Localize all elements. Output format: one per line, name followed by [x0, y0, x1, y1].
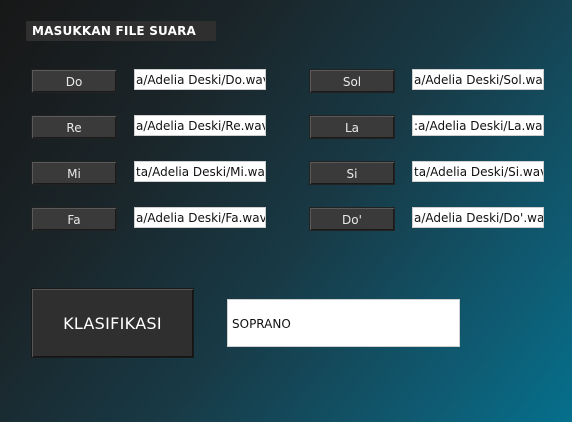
section-title: MASUKKAN FILE SUARA [26, 21, 216, 41]
mi-button[interactable]: Mi [31, 161, 117, 185]
do-button[interactable]: Do [31, 69, 117, 93]
si-path-field[interactable]: ta/Adelia Deski/Si.wav [412, 161, 544, 182]
fa-button[interactable]: Fa [31, 207, 117, 231]
re-button[interactable]: Re [31, 115, 117, 139]
do-high-button[interactable]: Do' [309, 207, 395, 231]
do-path-field[interactable]: a/Adelia Deski/Do.wav [134, 69, 266, 90]
fa-path-field[interactable]: a/Adelia Deski/Fa.wav [134, 207, 266, 228]
si-button[interactable]: Si [309, 161, 395, 185]
sol-button[interactable]: Sol [309, 69, 395, 93]
do-high-path-field[interactable]: a/Adelia Deski/Do'.wav [412, 207, 544, 228]
mi-path-field[interactable]: ta/Adelia Deski/Mi.wav [134, 161, 266, 182]
classify-button[interactable]: KLASIFIKASI [31, 288, 194, 358]
main-panel: MASUKKAN FILE SUARA Do a/Adelia Deski/Do… [0, 0, 572, 422]
sol-path-field[interactable]: a/Adelia Deski/Sol.wav [412, 69, 544, 90]
la-path-field[interactable]: :a/Adelia Deski/La.wav [412, 115, 544, 136]
result-field: SOPRANO [227, 299, 460, 347]
la-button[interactable]: La [309, 115, 395, 139]
re-path-field[interactable]: a/Adelia Deski/Re.wav [134, 115, 266, 136]
